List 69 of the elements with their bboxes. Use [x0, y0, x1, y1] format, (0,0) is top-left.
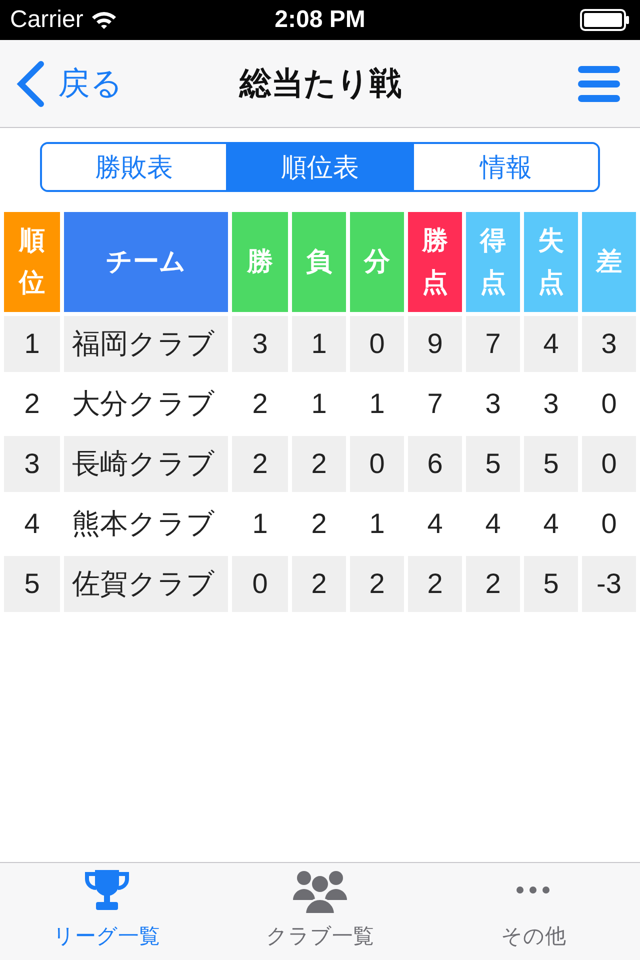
table-cell-text: 7	[426, 387, 444, 421]
menu-icon[interactable]	[578, 66, 620, 102]
table-cell: 1	[4, 316, 60, 372]
table-cell-text: 4	[426, 507, 444, 541]
table-cell: 4	[524, 316, 578, 372]
segment-tab[interactable]: 情報	[412, 144, 598, 190]
table-cell: 佐賀クラブ	[64, 556, 228, 612]
tab-bar-item[interactable]: クラブ一覧	[213, 863, 427, 960]
table-cell-text: 大分クラブ	[71, 387, 216, 421]
column-header: 分	[350, 212, 404, 312]
table-cell: 2	[408, 556, 462, 612]
table-cell-text: 4	[542, 507, 560, 541]
column-header: 差	[582, 212, 636, 312]
table-cell: 5	[524, 556, 578, 612]
table-cell-text: 0	[600, 507, 618, 541]
tab-bar-item[interactable]: リーグ一覧	[0, 863, 214, 960]
table-cell: 2	[232, 436, 288, 492]
chevron-icon	[16, 60, 46, 106]
table-cell: 0	[350, 436, 404, 492]
carrier-label: Carrier	[10, 6, 84, 34]
table-cell-text: 0	[600, 387, 618, 421]
column-header: 勝点	[408, 212, 462, 312]
table-cell-text: 2	[23, 387, 41, 421]
table-cell-text: 3	[484, 387, 502, 421]
table-cell: 2	[292, 556, 346, 612]
table-cell: 2	[466, 556, 520, 612]
column-header: 得点	[466, 212, 520, 312]
table-cell-text: 1	[368, 507, 386, 541]
table-cell: 7	[466, 316, 520, 372]
table-cell: 5	[4, 556, 60, 612]
clock-time: 2:08 PM	[274, 6, 366, 34]
battery-icon	[580, 9, 630, 31]
table-cell: 5	[524, 436, 578, 492]
back-button[interactable]: 戻る	[16, 60, 123, 106]
column-header: 失点	[524, 212, 578, 312]
table-cell: 0	[232, 556, 288, 612]
table-cell: 9	[408, 316, 462, 372]
table-cell: 5	[466, 436, 520, 492]
screen-title: 総当たり戦	[238, 64, 402, 102]
column-header: 負	[292, 212, 346, 312]
column-header: 順位	[4, 212, 60, 312]
table-cell: -3	[582, 556, 636, 612]
table-cell: 3	[582, 316, 636, 372]
table-cell: 0	[350, 316, 404, 372]
table-cell: 3	[4, 436, 60, 492]
tab-bar-item[interactable]: その他	[426, 863, 640, 960]
table-cell-text: 熊本クラブ	[71, 507, 216, 541]
column-header: 勝	[232, 212, 288, 312]
table-cell-text: 1	[368, 387, 386, 421]
table-cell-text: 2	[251, 387, 269, 421]
table-cell-text: 1	[251, 507, 269, 541]
table-cell: 2	[350, 556, 404, 612]
table-cell-text: 2	[310, 507, 328, 541]
table-cell: 福岡クラブ	[64, 316, 228, 372]
table-cell-text: 3	[542, 387, 560, 421]
table-cell: 1	[292, 316, 346, 372]
table-cell: 3	[232, 316, 288, 372]
table-cell: 6	[408, 436, 462, 492]
table-cell: 2	[292, 436, 346, 492]
trophy-icon	[84, 868, 130, 912]
table-cell: 長崎クラブ	[64, 436, 228, 492]
table-cell: 0	[582, 436, 636, 492]
segment-tab[interactable]: 順位表	[226, 144, 412, 190]
table-cell-text: 4	[484, 507, 502, 541]
table-cell-text: 1	[310, 387, 328, 421]
wifi-icon	[91, 10, 118, 30]
table-cell-text: 4	[23, 507, 41, 541]
more-icon	[516, 886, 550, 894]
column-header: チーム	[64, 212, 228, 312]
